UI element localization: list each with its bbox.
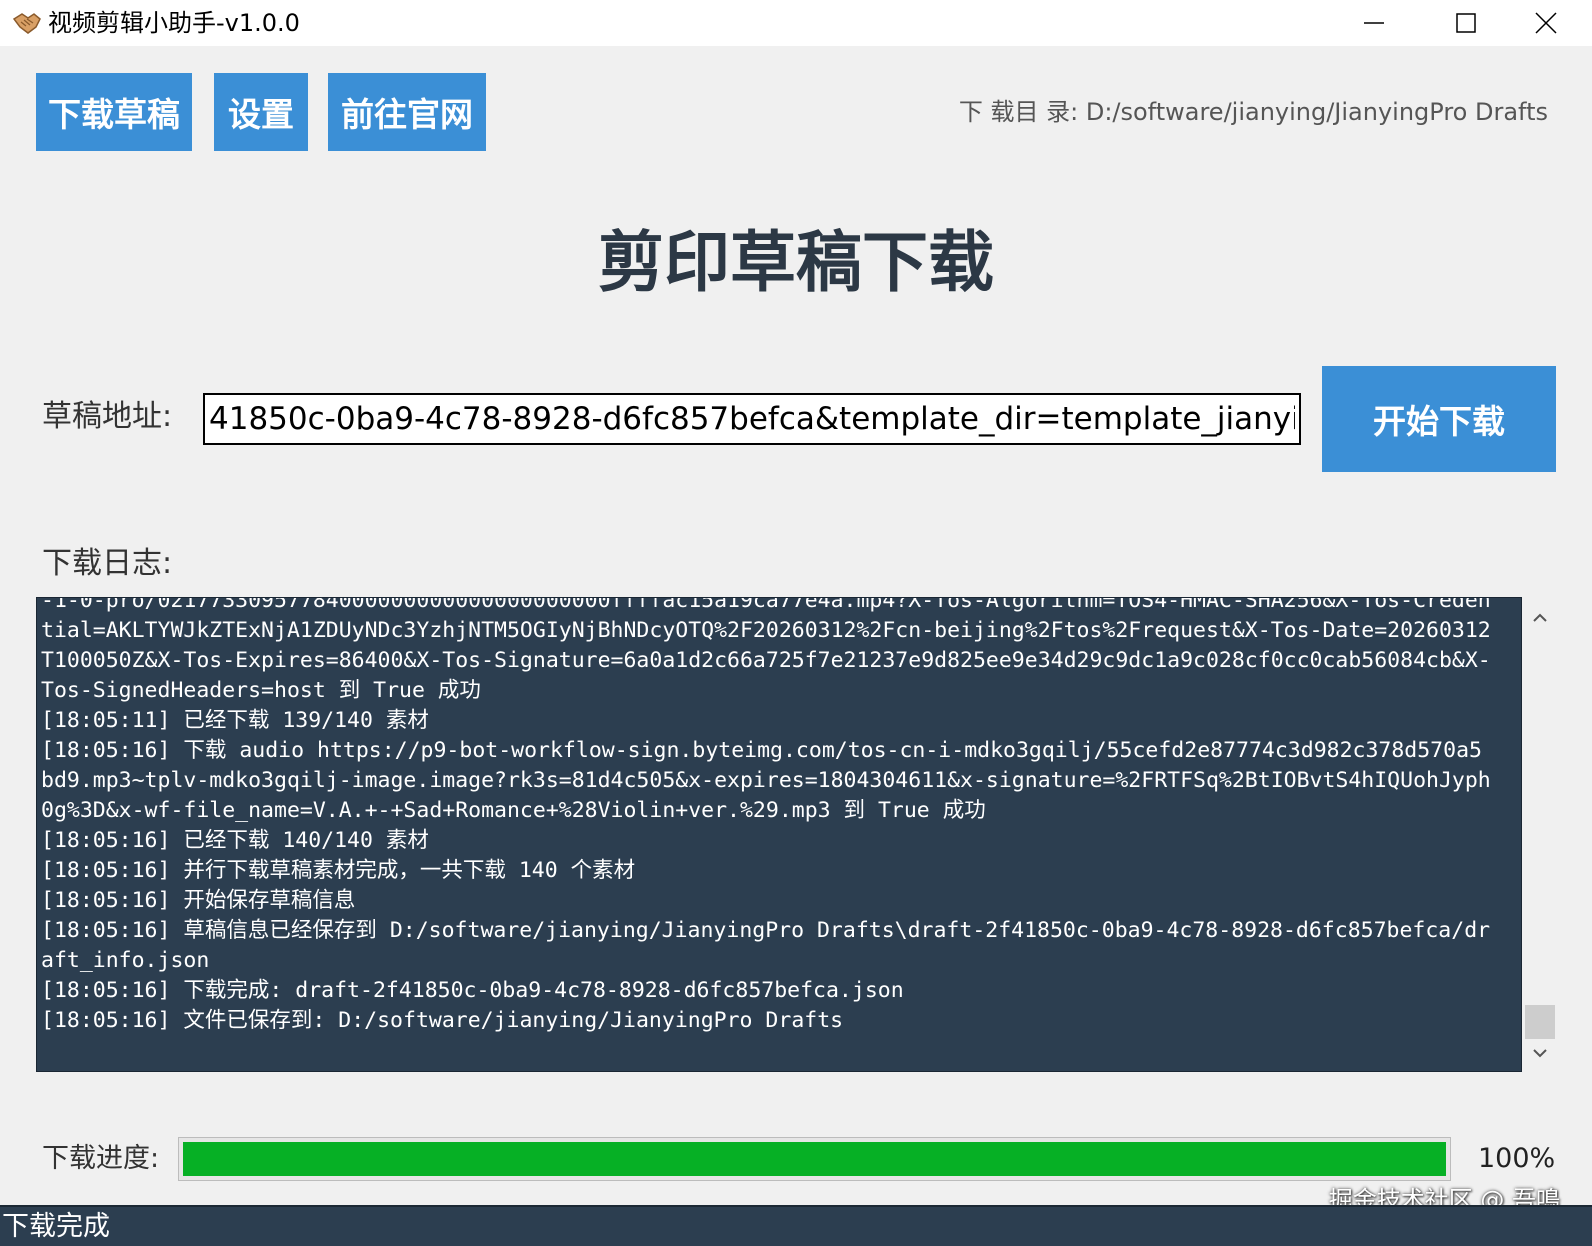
close-button[interactable]: [1500, 0, 1592, 46]
log-line: [18:05:16] 下载完成: draft-2f41850c-0ba9-4c7…: [41, 978, 904, 1003]
log-line: [18:05:16] 草稿信息已经保存到 D:/software/jianyin…: [41, 918, 1491, 973]
minimize-button[interactable]: [1328, 0, 1420, 46]
handshake-icon: [12, 9, 42, 37]
official-site-button[interactable]: 前往官网: [328, 73, 486, 151]
maximize-button[interactable]: [1420, 0, 1512, 46]
url-label: 草稿地址:: [42, 399, 173, 434]
page-title: 剪印草稿下载: [598, 224, 994, 301]
log-line: [18:05:16] 并行下载草稿素材完成，一共下载 140 个素材: [41, 858, 636, 883]
progress-fill: [183, 1142, 1446, 1176]
start-download-button[interactable]: 开始下载: [1322, 366, 1556, 472]
scroll-up-button[interactable]: [1522, 599, 1558, 635]
maximize-icon: [1456, 13, 1476, 33]
window-title: 视频剪辑小助手-v1.0.0: [48, 9, 300, 37]
progress-percent: 100%: [1478, 1143, 1556, 1174]
close-icon: [1535, 12, 1557, 34]
status-text: 下载完成: [2, 1211, 110, 1242]
status-bar: 下载完成: [0, 1205, 1592, 1246]
download-draft-button[interactable]: 下载草稿: [36, 73, 192, 151]
log-label: 下载日志:: [42, 546, 173, 581]
progress-label: 下载进度:: [42, 1143, 160, 1174]
download-log[interactable]: -1-0-pro/0217733095778400000000000000000…: [36, 597, 1522, 1072]
log-scrollbar[interactable]: [1522, 597, 1558, 1072]
draft-url-input[interactable]: [203, 393, 1301, 445]
settings-button[interactable]: 设置: [214, 73, 308, 151]
progress-bar: [178, 1137, 1451, 1181]
title-bar: 视频剪辑小助手-v1.0.0: [0, 0, 1592, 46]
log-line: [18:05:16] 下载 audio https://p9-bot-workf…: [41, 738, 1491, 823]
download-directory: 下 载目 录: D:/software/jianying/JianyingPro…: [958, 98, 1548, 126]
log-line: -1-0-pro/0217733095778400000000000000000…: [41, 597, 1491, 703]
log-line: [18:05:11] 已经下载 139/140 素材: [41, 708, 429, 733]
chevron-down-icon: [1533, 1049, 1547, 1058]
scroll-thumb[interactable]: [1525, 1005, 1555, 1039]
log-line: [18:05:16] 已经下载 140/140 素材: [41, 828, 429, 853]
log-line: [18:05:16] 开始保存草稿信息: [41, 888, 356, 913]
log-content: -1-0-pro/0217733095778400000000000000000…: [41, 597, 1493, 1036]
minimize-icon: [1364, 22, 1384, 24]
scroll-down-button[interactable]: [1522, 1036, 1558, 1072]
log-line: [18:05:16] 文件已保存到: D:/software/jianying/…: [41, 1008, 844, 1033]
chevron-up-icon: [1533, 613, 1547, 622]
